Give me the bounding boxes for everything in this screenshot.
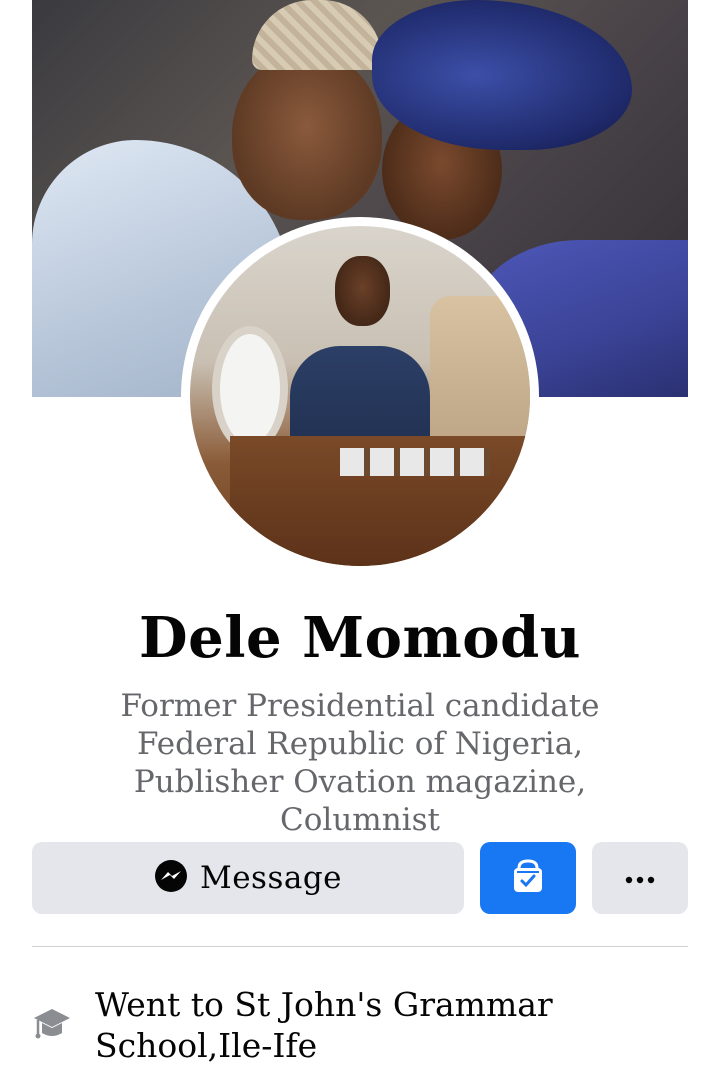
avatar-phones [340,448,490,476]
cover-figure-face [232,50,382,220]
message-button-label: Message [199,860,343,896]
profile-bio: Former Presidential candidate Federal Re… [120,688,600,838]
profile-name: Dele Momodu [139,605,581,671]
education-text: Went to St John's Grammar School,Ile-Ife [95,985,553,1065]
avatar-person-head [335,256,390,326]
cover-figure-cap [252,0,382,70]
message-button[interactable]: Message [32,842,464,914]
graduation-cap-icon [32,1006,72,1042]
friends-button[interactable] [480,842,576,914]
friends-check-icon [511,858,545,898]
profile-avatar[interactable] [190,226,530,566]
more-options-button[interactable] [592,842,688,914]
avatar-jet-window [212,326,288,452]
more-dots-icon [625,869,655,888]
messenger-icon [154,859,188,897]
cover-figure-headwrap [372,0,632,150]
section-divider [32,946,688,947]
